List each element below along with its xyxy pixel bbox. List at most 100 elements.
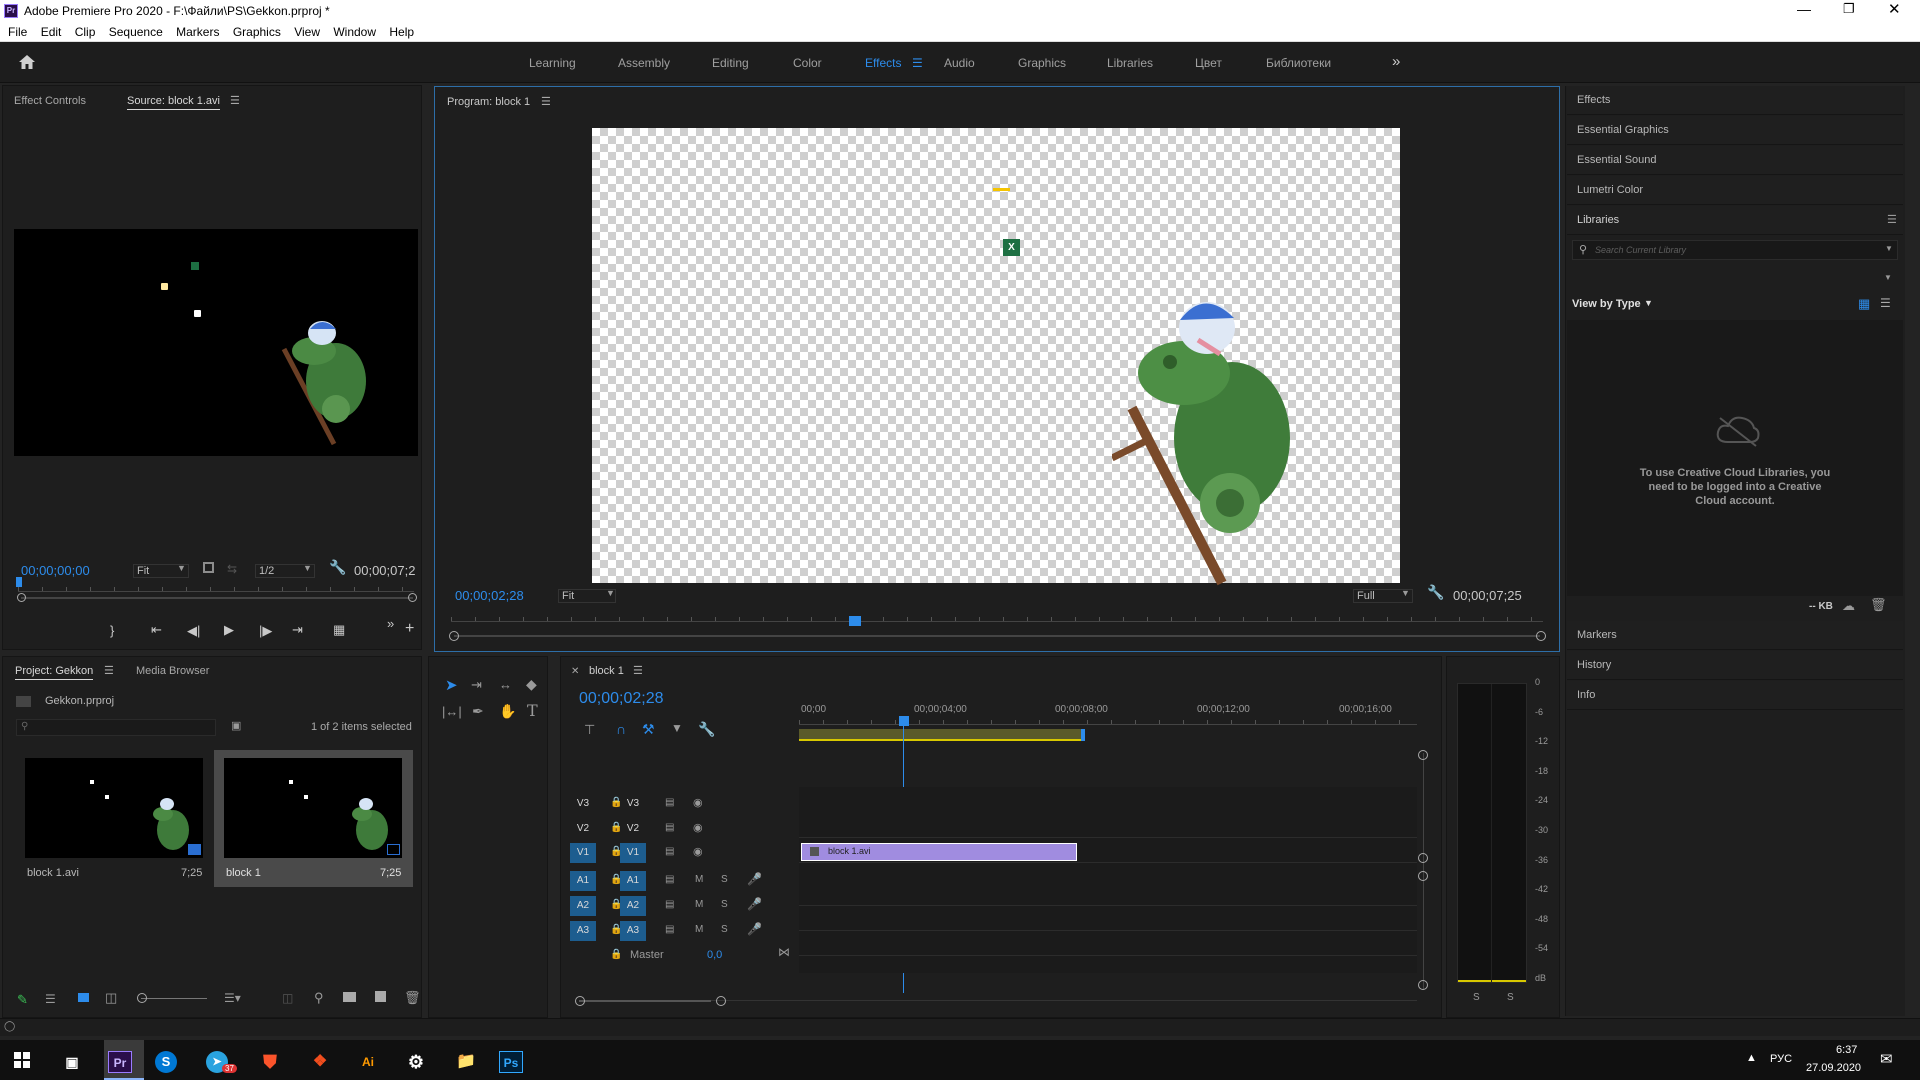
track-target-a1[interactable]: A1 <box>620 871 646 891</box>
illustrator-icon[interactable]: Ai <box>352 1048 384 1076</box>
pencil-icon[interactable]: ✎ <box>17 992 28 1008</box>
source-zoom-bar[interactable] <box>21 597 413 599</box>
timeline-timecode[interactable]: 00;00;02;28 <box>579 690 664 708</box>
project-search-input[interactable]: ⚲ <box>16 719 216 736</box>
workspace-libraries-ru[interactable]: Библиотеки <box>1266 56 1331 70</box>
zoom-handle-right[interactable] <box>1536 631 1546 641</box>
solo-left-button[interactable]: S <box>1473 992 1480 1003</box>
icon-view-icon[interactable] <box>78 993 89 1002</box>
zoom-handle-left[interactable] <box>449 631 459 641</box>
tab-sequence[interactable]: block 1 <box>589 665 624 677</box>
keyboard-language[interactable]: РУС <box>1770 1053 1792 1065</box>
lumetri-color-panel[interactable]: Lumetri Color <box>1567 176 1903 205</box>
scroll-handle[interactable] <box>1418 750 1428 760</box>
timeline-settings-icon[interactable]: 🔧 <box>698 721 715 738</box>
zoom-handle-right[interactable] <box>408 593 417 602</box>
essential-graphics-panel[interactable]: Essential Graphics <box>1567 116 1903 145</box>
info-panel[interactable]: Info <box>1567 681 1903 710</box>
notifications-icon[interactable]: ✉ <box>1880 1050 1893 1068</box>
microphone-icon[interactable]: 🎤 <box>747 922 762 936</box>
source-panel-menu-icon[interactable]: ☰ <box>230 94 240 107</box>
sync-lock-icon[interactable]: ▤ <box>665 846 674 857</box>
clock-date[interactable]: 27.09.2020 <box>1806 1062 1861 1074</box>
selection-tool-icon[interactable]: ➤ <box>445 676 458 694</box>
export-frame-icon[interactable] <box>203 562 214 573</box>
find-icon[interactable]: ⚲ <box>314 990 324 1006</box>
new-item-icon[interactable] <box>375 991 386 1002</box>
program-panel-menu-icon[interactable]: ☰ <box>541 95 551 108</box>
ripple-edit-tool-icon[interactable]: ↔ <box>499 677 512 692</box>
mute-icon[interactable]: M <box>695 924 703 935</box>
wrench-icon[interactable]: 🔧 <box>329 559 346 576</box>
track-target-a3[interactable]: A3 <box>620 921 646 941</box>
workspace-libraries[interactable]: Libraries <box>1107 56 1153 70</box>
tab-effect-controls[interactable]: Effect Controls <box>14 95 86 107</box>
premiere-taskbar-icon[interactable]: Pr <box>108 1051 132 1073</box>
timeline-playhead-head[interactable] <box>899 716 909 726</box>
task-view-icon[interactable]: ▣ <box>56 1048 88 1076</box>
step-forward-icon[interactable]: |▶ <box>259 623 272 639</box>
windows-start-icon[interactable] <box>14 1052 30 1068</box>
slider-handle[interactable] <box>137 993 147 1003</box>
source-patch-a1[interactable]: A1 <box>570 871 596 891</box>
sync-lock-icon[interactable]: ▤ <box>665 899 674 910</box>
list-view-icon[interactable]: ☰ <box>1880 296 1891 310</box>
horizontal-zoom-bar[interactable] <box>579 1000 711 1002</box>
scroll-handle[interactable] <box>1418 980 1428 990</box>
eye-icon[interactable]: ◉ <box>693 821 703 834</box>
menu-file[interactable]: File <box>8 22 27 42</box>
project-panel-menu-icon[interactable]: ☰ <box>104 664 114 677</box>
insert-dim-icon[interactable]: ⇆ <box>227 562 237 576</box>
track-target-v3[interactable]: V3 <box>620 794 646 814</box>
workspace-effects[interactable]: Effects <box>865 56 901 70</box>
solo-icon[interactable]: S <box>721 924 728 935</box>
mute-icon[interactable]: M <box>695 899 703 910</box>
cloud-sync-icon[interactable]: ☁ <box>1842 598 1855 614</box>
essential-sound-panel[interactable]: Essential Sound <box>1567 146 1903 175</box>
sync-lock-icon[interactable]: ▤ <box>665 874 674 885</box>
sort-icon[interactable]: ☰▾ <box>224 991 241 1005</box>
workspace-graphics[interactable]: Graphics <box>1018 56 1066 70</box>
nest-icon[interactable]: ⊤ <box>584 722 595 738</box>
chevron-down-icon[interactable]: ▼ <box>1885 244 1893 253</box>
tab-project[interactable]: Project: Gekkon <box>15 665 94 680</box>
restore-icon[interactable]: ❐ <box>1843 1 1855 17</box>
menu-window[interactable]: Window <box>333 22 376 42</box>
menu-sequence[interactable]: Sequence <box>109 22 163 42</box>
sync-lock-icon[interactable]: ▤ <box>665 797 674 808</box>
workspace-color-ru[interactable]: Цвет <box>1195 56 1222 70</box>
scroll-handle[interactable] <box>1418 871 1428 881</box>
minimize-icon[interactable]: — <box>1797 1 1811 17</box>
track-select-tool-icon[interactable]: ⇥ <box>471 677 482 693</box>
source-patch-v2[interactable]: V2 <box>570 819 596 839</box>
source-patch-v3[interactable]: V3 <box>570 794 596 814</box>
photoshop-icon[interactable]: Ps <box>499 1051 523 1073</box>
trash-icon[interactable]: 🗑 <box>404 990 421 1006</box>
clock-time[interactable]: 6:37 <box>1836 1044 1857 1056</box>
workspace-menu-icon[interactable]: ☰ <box>912 56 923 70</box>
thumbnail-size-slider[interactable] <box>141 998 207 999</box>
more-workspaces-icon[interactable]: » <box>1392 53 1400 70</box>
step-back-icon[interactable]: ◀| <box>187 623 200 639</box>
workspace-audio[interactable]: Audio <box>944 56 975 70</box>
source-timecode[interactable]: 00;00;00;00 <box>21 563 90 578</box>
go-to-in-out-icon[interactable]: ⋈ <box>778 945 790 959</box>
source-patch-v1[interactable]: V1 <box>570 843 596 863</box>
source-patch-a3[interactable]: A3 <box>570 921 596 941</box>
tray-chevron-icon[interactable]: ▲ <box>1746 1052 1757 1064</box>
timeline-clip[interactable]: block 1.avi <box>801 843 1077 861</box>
figma-icon[interactable]: ❖ <box>304 1048 336 1076</box>
solo-icon[interactable]: S <box>721 874 728 885</box>
brave-icon[interactable]: ⛊ <box>254 1048 286 1076</box>
chevron-down-icon[interactable]: ▼ <box>1884 273 1892 282</box>
wrench-icon[interactable]: 🔧 <box>1427 584 1444 601</box>
list-view-icon[interactable]: ☰ <box>45 992 56 1006</box>
lock-icon[interactable]: 🔒 <box>610 949 622 960</box>
eye-icon[interactable]: ◉ <box>693 796 703 809</box>
master-volume[interactable]: 0,0 <box>707 949 722 961</box>
source-patch-a2[interactable]: A2 <box>570 896 596 916</box>
freeform-view-icon[interactable]: ◫ <box>105 990 117 1006</box>
trash-icon[interactable]: 🗑 <box>1870 597 1887 613</box>
menu-markers[interactable]: Markers <box>176 22 219 42</box>
program-playhead[interactable] <box>849 616 862 626</box>
